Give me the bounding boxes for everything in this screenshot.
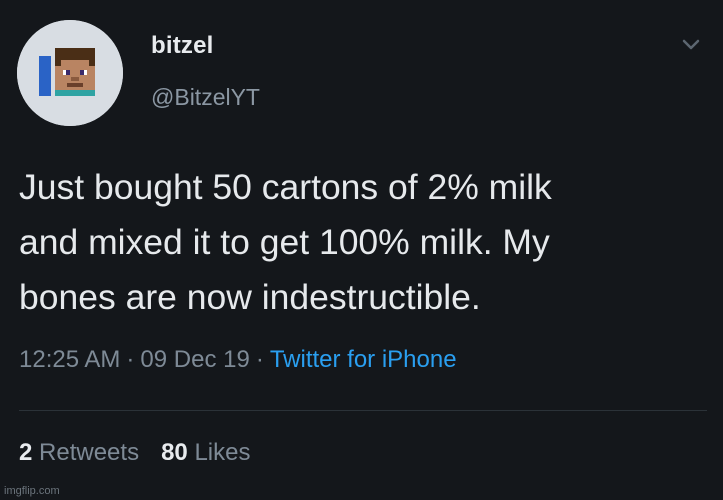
- retweets-label: Retweets: [39, 439, 140, 466]
- likes-stat[interactable]: 80 Likes: [161, 439, 250, 466]
- retweets-stat[interactable]: 2 Retweets: [19, 439, 139, 466]
- separator: ·: [255, 346, 264, 373]
- retweets-count: 2: [19, 439, 33, 466]
- tweet-card: bitzel @BitzelYT Just bought 50 cartons …: [0, 0, 723, 500]
- tweet-text: Just bought 50 cartons of 2% milk and mi…: [19, 160, 709, 325]
- likes-count: 80: [161, 439, 188, 466]
- tweet-meta: 12:25 AM · 09 Dec 19 · Twitter for iPhone: [19, 346, 457, 374]
- tweet-date[interactable]: 09 Dec 19: [140, 346, 249, 373]
- divider: [19, 410, 707, 411]
- likes-label: Likes: [194, 439, 251, 466]
- avatar-image: [17, 20, 123, 126]
- tweet-source-link[interactable]: Twitter for iPhone: [270, 346, 457, 373]
- tweet-text-line: bones are now indestructible.: [19, 277, 481, 317]
- tweet-stats: 2 Retweets 80 Likes: [19, 439, 250, 467]
- tweet-time[interactable]: 12:25 AM: [19, 346, 120, 373]
- chevron-down-icon[interactable]: [681, 38, 701, 52]
- tweet-text-line: Just bought 50 cartons of 2% milk: [19, 167, 552, 207]
- separator: ·: [126, 346, 135, 373]
- watermark: imgflip.com: [4, 485, 60, 497]
- tweet-text-line: and mixed it to get 100% milk. My: [19, 222, 550, 262]
- user-handle[interactable]: @BitzelYT: [151, 84, 260, 111]
- avatar[interactable]: [17, 20, 123, 126]
- display-name[interactable]: bitzel: [151, 32, 214, 60]
